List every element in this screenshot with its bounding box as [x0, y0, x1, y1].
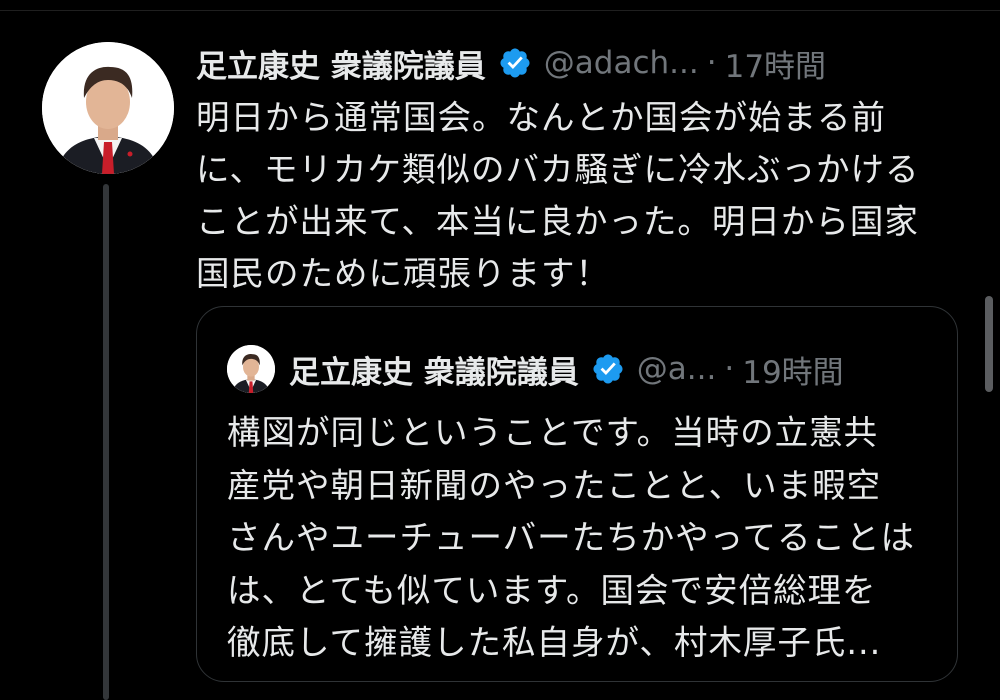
quoted-author-display-name: 足立康史 衆議院議員: [289, 354, 579, 391]
vertical-scrollbar[interactable]: [985, 296, 993, 392]
quoted-text-line: は、とても似ています。国会で安倍総理を: [227, 570, 877, 610]
quoted-text-line: さんやユーチューバーたちかやってることは: [227, 518, 915, 557]
thread-connector-line: [103, 184, 109, 700]
quoted-tweet-header: 足立康史 衆議院議員 @a... · 19時間: [227, 343, 844, 395]
author-handle[interactable]: @adach...: [544, 45, 699, 81]
tweet-timestamp[interactable]: 17時間: [725, 41, 826, 86]
verified-badge-icon: [591, 352, 625, 386]
tweet-text-line: 明日から通常国会。なんとか国会が始まる前: [196, 98, 886, 137]
quoted-tweet-body: 構図が同じということです。当時の立憲共 産党や朝日新聞のやったことと、いま暇空 …: [227, 407, 927, 670]
tweet-text-line: に、モリカケ類似のバカ騒ぎに冷水ぶっかける: [196, 150, 920, 189]
quoted-author-handle: @a...: [636, 351, 717, 387]
quoted-avatar-photo: [227, 345, 275, 393]
tweet-body: 明日から通常国会。なんとか国会が始まる前 に、モリカケ類似のバカ騒ぎに冷水ぶっか…: [196, 92, 966, 300]
quoted-tweet-timestamp: 19時間: [742, 354, 844, 391]
top-divider: [0, 0, 1000, 11]
tweet-text-line: 国民のために頑張ります！: [196, 254, 610, 293]
quoted-text-line: 構図が同じということです。当時の立憲共: [227, 413, 879, 452]
header-separator: ·: [706, 45, 717, 81]
verified-badge-icon[interactable]: [498, 46, 532, 80]
tweet-thread-view: 足立康史 衆議院議員 @adach... · 17時間 明日から通常国会。なんと…: [0, 0, 1000, 700]
quoted-text-line: 徹底して擁護した私自身が、村木厚子氏...: [227, 623, 882, 662]
tweet-header: 足立康史 衆議院議員 @adach... · 17時間: [196, 40, 826, 86]
quoted-tweet-card[interactable]: 足立康史 衆議院議員 @a... · 19時間 構図が同じということです。当時の…: [196, 306, 958, 682]
tweet-text-line: ことが出来て、本当に良かった。明日から国家: [196, 202, 919, 241]
author-avatar[interactable]: [42, 42, 174, 174]
avatar-photo: [42, 42, 174, 174]
quoted-text-line: 産党や朝日新聞のやったことと、いま暇空: [227, 465, 882, 505]
quoted-header-separator: ·: [724, 351, 735, 387]
quoted-author-avatar: [227, 345, 275, 393]
author-display-name[interactable]: 足立康史 衆議院議員: [196, 41, 486, 86]
